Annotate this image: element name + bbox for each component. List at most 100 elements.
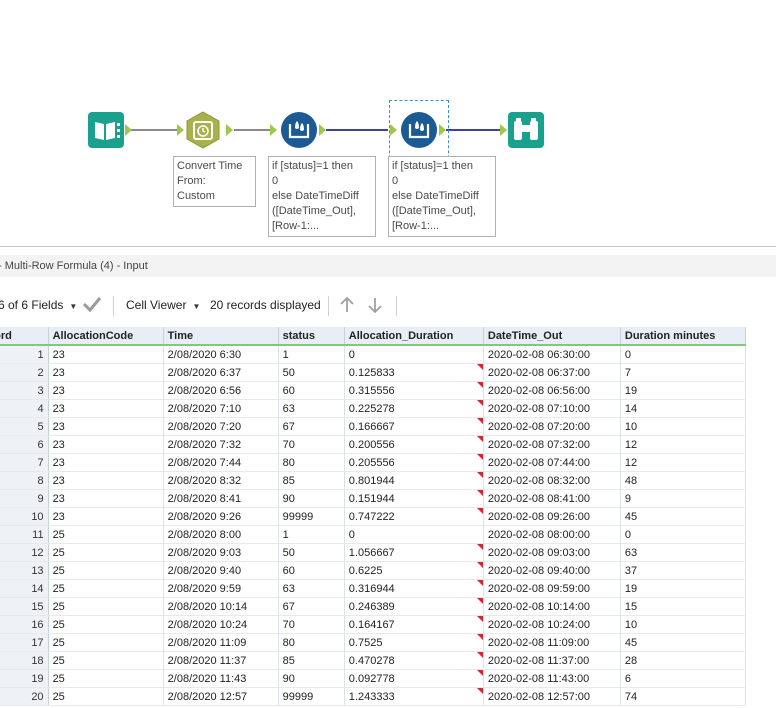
datetime-tool[interactable] bbox=[184, 111, 220, 149]
table-cell[interactable]: 2/08/2020 10:24 bbox=[163, 615, 279, 634]
record-number[interactable]: 11 bbox=[0, 525, 49, 544]
table-cell[interactable]: 45 bbox=[620, 507, 747, 526]
table-cell[interactable]: 0.205556 bbox=[344, 453, 484, 472]
table-cell[interactable]: 25 bbox=[48, 615, 164, 634]
connector-3[interactable] bbox=[326, 129, 388, 131]
table-cell[interactable]: 2020-02-08 07:20:00 bbox=[483, 417, 621, 436]
record-number[interactable]: 14 bbox=[0, 579, 49, 598]
table-cell[interactable]: 2020-02-08 09:03:00 bbox=[483, 543, 621, 562]
table-cell[interactable]: 10 bbox=[620, 417, 747, 436]
table-cell[interactable]: 7 bbox=[620, 363, 747, 382]
browse-tool[interactable] bbox=[508, 112, 544, 148]
table-cell[interactable]: 2/08/2020 6:56 bbox=[163, 381, 279, 400]
table-cell[interactable]: 15 bbox=[620, 597, 747, 616]
table-cell[interactable]: 2/08/2020 11:37 bbox=[163, 651, 279, 670]
table-cell[interactable]: 0 bbox=[344, 525, 484, 544]
table-cell[interactable]: 25 bbox=[48, 597, 164, 616]
column-header[interactable]: AllocationCode bbox=[48, 327, 164, 346]
table-cell[interactable]: 90 bbox=[278, 669, 345, 688]
table-cell[interactable]: 12 bbox=[620, 435, 747, 454]
table-cell[interactable]: 25 bbox=[48, 669, 164, 688]
table-cell[interactable]: 0.316944 bbox=[344, 579, 484, 598]
table-cell[interactable]: 2020-02-08 07:44:00 bbox=[483, 453, 621, 472]
table-row[interactable]: 18 25 2/08/2020 11:37 85 0.470278 2020-02-08 … bbox=[0, 651, 747, 670]
table-row[interactable]: 9 23 2/08/2020 8:41 90 0.151944 2020-02-08 08… bbox=[0, 489, 747, 508]
table-cell[interactable]: 23 bbox=[48, 435, 164, 454]
data-grid[interactable]: RecordAllocationCodeTimestatusAllocation… bbox=[0, 327, 776, 708]
table-row[interactable]: 16 25 2/08/2020 10:24 70 0.164167 2020-02-08 … bbox=[0, 615, 747, 634]
column-header[interactable]: Duration minutes bbox=[620, 327, 747, 346]
table-row[interactable]: 15 25 2/08/2020 10:14 67 0.246389 2020-02-08 … bbox=[0, 597, 747, 616]
table-cell[interactable]: 23 bbox=[48, 489, 164, 508]
table-cell[interactable]: 63 bbox=[278, 399, 345, 418]
table-cell[interactable]: 2020-02-08 10:14:00 bbox=[483, 597, 621, 616]
table-cell[interactable]: 67 bbox=[278, 417, 345, 436]
table-row[interactable]: 19 25 2/08/2020 11:43 90 0.092778 2020-02-08 … bbox=[0, 669, 747, 688]
table-cell[interactable]: 2020-02-08 12:57:00 bbox=[483, 687, 621, 706]
connector-4[interactable] bbox=[446, 129, 502, 131]
table-cell[interactable]: 2/08/2020 6:30 bbox=[163, 345, 279, 364]
record-number[interactable]: 6 bbox=[0, 435, 49, 454]
scroll-up-button[interactable] bbox=[338, 296, 356, 317]
table-cell[interactable]: 0.801944 bbox=[344, 471, 484, 490]
column-header[interactable]: Record bbox=[0, 327, 49, 346]
table-cell[interactable]: 0.151944 bbox=[344, 489, 484, 508]
table-cell[interactable]: 0.200556 bbox=[344, 435, 484, 454]
table-cell[interactable]: 2/08/2020 11:09 bbox=[163, 633, 279, 652]
table-row[interactable]: 12 25 2/08/2020 9:03 50 1.056667 2020-02-08 0… bbox=[0, 543, 747, 562]
table-cell[interactable]: 70 bbox=[278, 615, 345, 634]
table-cell[interactable]: 80 bbox=[278, 633, 345, 652]
table-row[interactable]: 1 23 2/08/2020 6:30 1 0 2020-02-08 06:30:00 0 bbox=[0, 345, 747, 364]
table-cell[interactable]: 0 bbox=[620, 525, 747, 544]
table-cell[interactable]: 90 bbox=[278, 489, 345, 508]
table-row[interactable]: 7 23 2/08/2020 7:44 80 0.205556 2020-02-08 07… bbox=[0, 453, 747, 472]
record-number[interactable]: 5 bbox=[0, 417, 49, 436]
record-number[interactable]: 13 bbox=[0, 561, 49, 580]
table-cell[interactable]: 25 bbox=[48, 687, 164, 706]
table-cell[interactable]: 50 bbox=[278, 363, 345, 382]
output-anchor[interactable] bbox=[125, 124, 132, 136]
connector-2[interactable] bbox=[234, 129, 272, 131]
table-cell[interactable]: 63 bbox=[620, 543, 747, 562]
record-number[interactable]: 7 bbox=[0, 453, 49, 472]
table-cell[interactable]: 67 bbox=[278, 597, 345, 616]
record-number[interactable]: 16 bbox=[0, 615, 49, 634]
table-cell[interactable]: 2020-02-08 07:32:00 bbox=[483, 435, 621, 454]
table-cell[interactable]: 23 bbox=[48, 381, 164, 400]
table-cell[interactable]: 25 bbox=[48, 525, 164, 544]
table-cell[interactable]: 2/08/2020 10:14 bbox=[163, 597, 279, 616]
table-cell[interactable]: 74 bbox=[620, 687, 747, 706]
column-header[interactable]: DateTime_Out bbox=[483, 327, 621, 346]
table-cell[interactable]: 19 bbox=[620, 579, 747, 598]
column-header[interactable]: Allocation_Duration bbox=[344, 327, 484, 346]
table-row[interactable]: 6 23 2/08/2020 7:32 70 0.200556 2020-02-08 07… bbox=[0, 435, 747, 454]
fields-dropdown[interactable]: 6 of 6 Fields ▼ bbox=[0, 298, 77, 312]
table-cell[interactable]: 0.166667 bbox=[344, 417, 484, 436]
table-cell[interactable]: 45 bbox=[620, 633, 747, 652]
table-cell[interactable]: 23 bbox=[48, 363, 164, 382]
table-cell[interactable]: 23 bbox=[48, 507, 164, 526]
table-cell[interactable]: 2020-02-08 09:59:00 bbox=[483, 579, 621, 598]
table-cell[interactable]: 60 bbox=[278, 561, 345, 580]
table-cell[interactable]: 2/08/2020 8:32 bbox=[163, 471, 279, 490]
table-cell[interactable]: 1 bbox=[278, 525, 345, 544]
table-cell[interactable]: 2/08/2020 7:32 bbox=[163, 435, 279, 454]
record-number[interactable]: 12 bbox=[0, 543, 49, 562]
table-cell[interactable]: 10 bbox=[620, 615, 747, 634]
record-number[interactable]: 2 bbox=[0, 363, 49, 382]
table-cell[interactable]: 2020-02-08 06:56:00 bbox=[483, 381, 621, 400]
record-number[interactable]: 4 bbox=[0, 399, 49, 418]
table-cell[interactable]: 23 bbox=[48, 471, 164, 490]
table-cell[interactable]: 2/08/2020 9:03 bbox=[163, 543, 279, 562]
table-cell[interactable]: 0.125833 bbox=[344, 363, 484, 382]
table-cell[interactable]: 2020-02-08 10:24:00 bbox=[483, 615, 621, 634]
table-cell[interactable]: 2020-02-08 07:10:00 bbox=[483, 399, 621, 418]
table-cell[interactable]: 25 bbox=[48, 561, 164, 580]
table-cell[interactable]: 2/08/2020 12:57 bbox=[163, 687, 279, 706]
table-cell[interactable]: 14 bbox=[620, 399, 747, 418]
record-number[interactable]: 19 bbox=[0, 669, 49, 688]
table-cell[interactable]: 2/08/2020 9:40 bbox=[163, 561, 279, 580]
table-cell[interactable]: 0.246389 bbox=[344, 597, 484, 616]
table-row[interactable]: 10 23 2/08/2020 9:26 99999 0.747222 2020-02-0… bbox=[0, 507, 747, 526]
table-row[interactable]: 8 23 2/08/2020 8:32 85 0.801944 2020-02-08 08… bbox=[0, 471, 747, 490]
